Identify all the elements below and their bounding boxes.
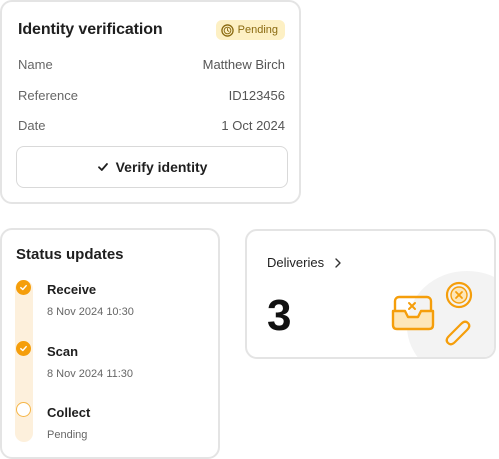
detail-row-name: Name Matthew Birch [18,57,285,72]
detail-label: Reference [18,88,78,103]
deliveries-illustration [391,281,473,346]
deliveries-card[interactable]: Deliveries 3 [245,229,496,359]
step-complete-icon [16,280,31,295]
cancel-circle-icon [445,281,473,309]
detail-value: Matthew Birch [202,57,285,72]
detail-value: 1 Oct 2024 [221,118,285,133]
chevron-right-icon [334,257,342,268]
check-icon [97,161,109,173]
step-detail: 8 Nov 2024 11:30 [47,368,134,380]
step-detail: 8 Nov 2024 10:30 [47,306,134,318]
identity-header: Identity verification Pending [18,20,285,40]
detail-label: Date [18,118,46,133]
paperclip-icon [445,320,471,346]
step-name: Collect [47,405,91,420]
status-title: Status updates [16,246,124,263]
deliveries-label: Deliveries [267,255,325,270]
pending-clock-icon [220,23,234,37]
dashboard: Identity verification Pending Name Matth… [0,0,499,459]
status-badge: Pending [215,20,285,40]
status-badge-label: Pending [237,24,278,36]
identity-title: Identity verification [18,21,163,38]
detail-label: Name [18,57,53,72]
detail-value: ID123456 [228,88,285,103]
verify-identity-label: Verify identity [115,159,208,175]
identity-verification-card: Identity verification Pending Name Matth… [0,0,301,204]
step-name: Receive [47,282,97,297]
verify-identity-button[interactable]: Verify identity [16,146,288,188]
timeline-track [15,280,33,442]
detail-row-reference: Reference ID123456 [18,88,285,103]
detail-row-date: Date 1 Oct 2024 [18,118,285,133]
step-name: Scan [47,344,79,359]
step-pending-icon [16,402,31,417]
deliveries-count: 3 [267,291,292,340]
step-complete-icon [16,341,31,356]
status-updates-card: Status updates Receive 8 Nov 2024 10:30 … [0,228,220,459]
step-detail: Pending [47,429,88,441]
deliveries-link[interactable]: Deliveries [267,255,342,270]
empty-tray-icon [391,295,435,331]
